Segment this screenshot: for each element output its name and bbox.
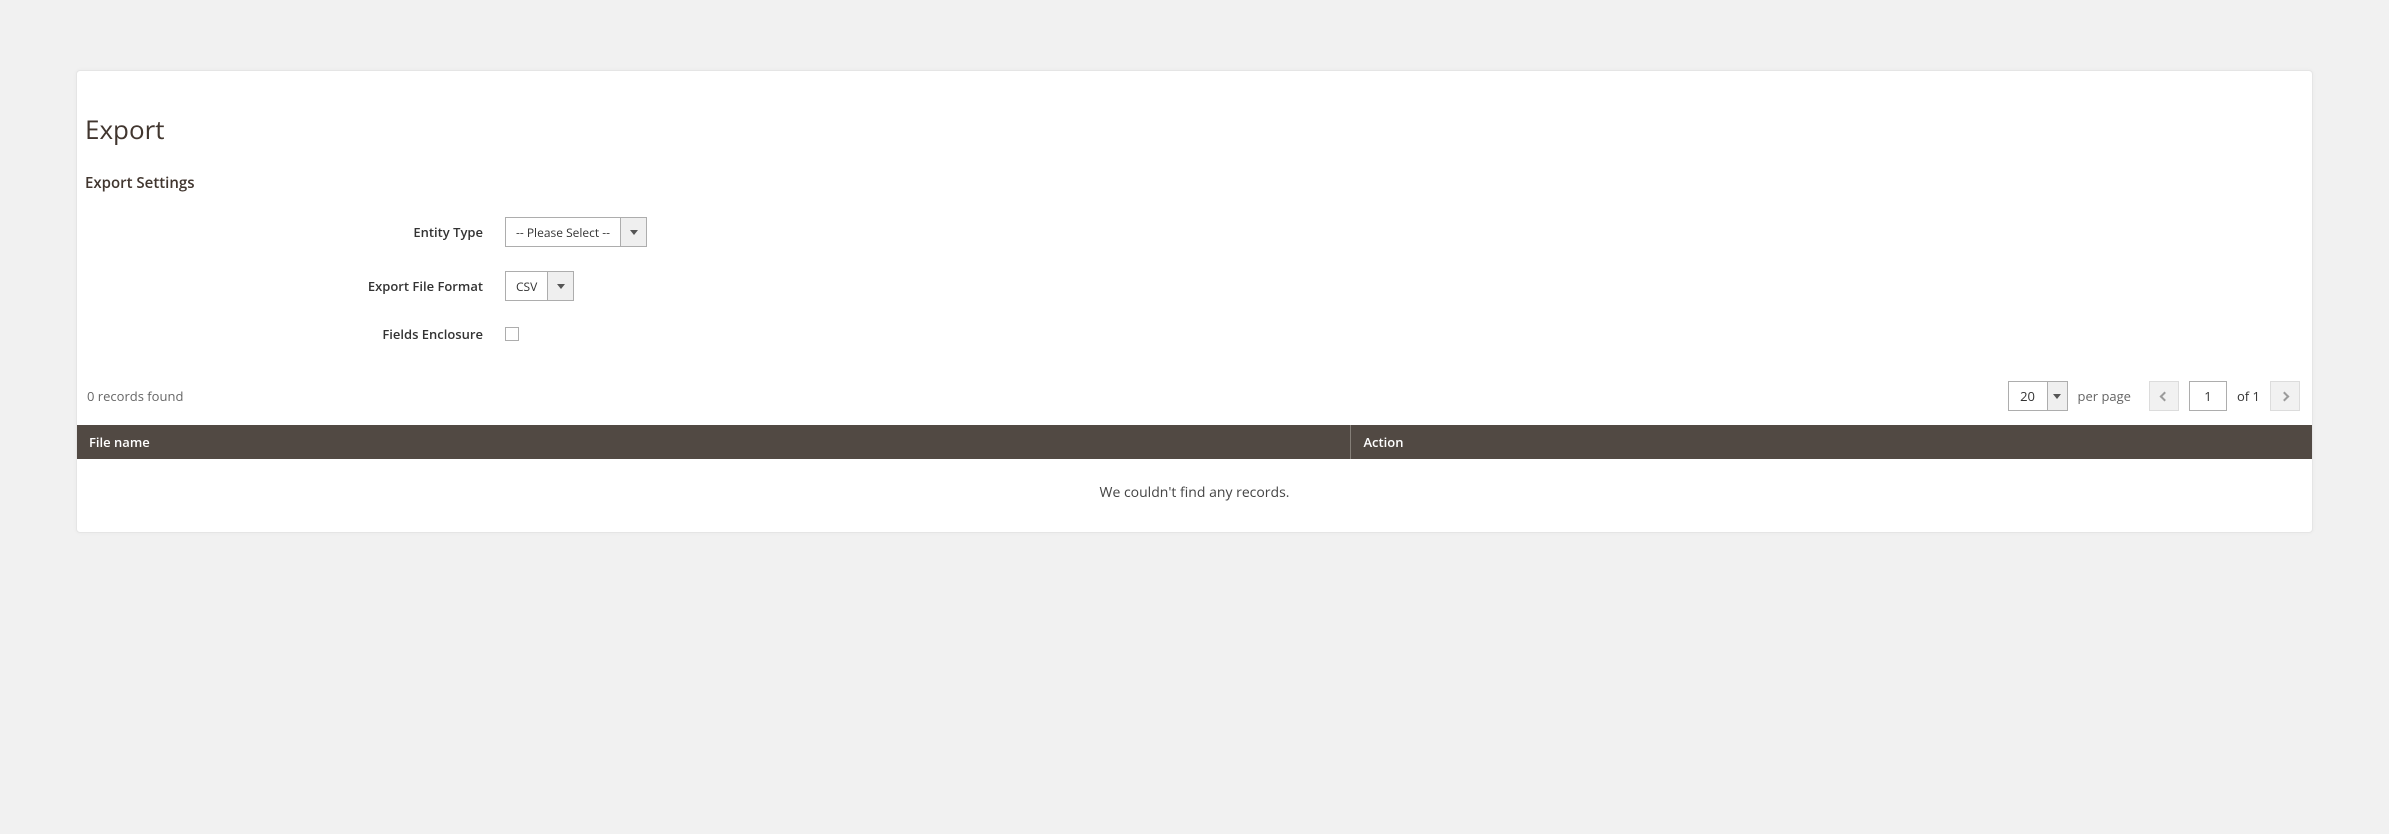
file-format-row: Export File Format CSV: [85, 271, 2304, 301]
per-page-value: 20: [2009, 382, 2047, 410]
pager-current-input[interactable]: [2189, 381, 2227, 411]
col-action[interactable]: Action: [1351, 425, 2312, 459]
files-table-body: We couldn't find any records.: [77, 459, 2312, 532]
file-format-control: CSV: [505, 271, 574, 301]
chevron-down-icon: [557, 284, 565, 289]
chevron-right-icon: [2279, 391, 2289, 401]
header-section: Export Export Settings Entity Type -- Pl…: [77, 111, 2312, 343]
pager: of 1: [2149, 381, 2300, 411]
chevron-left-icon: [2160, 391, 2170, 401]
empty-message: We couldn't find any records.: [77, 459, 2312, 532]
entity-type-row: Entity Type -- Please Select --: [85, 217, 2304, 247]
section-title: Export Settings: [85, 173, 2304, 193]
entity-type-select[interactable]: -- Please Select --: [505, 217, 647, 247]
pager-total-label: of 1: [2237, 387, 2260, 405]
entity-type-dropdown-button[interactable]: [620, 218, 646, 246]
export-settings-form: Entity Type -- Please Select -- Export F…: [85, 217, 2304, 343]
fields-enclosure-row: Fields Enclosure: [85, 325, 2304, 343]
chevron-down-icon: [2053, 394, 2061, 399]
records-found: 0 records found: [87, 387, 183, 405]
export-card: Export Export Settings Entity Type -- Pl…: [76, 70, 2313, 533]
grid-toolbar: 0 records found 20 per page of 1: [77, 367, 2312, 425]
file-format-label: Export File Format: [85, 277, 505, 295]
card-inner: Export Export Settings Entity Type -- Pl…: [77, 71, 2312, 532]
per-page-label: per page: [2078, 387, 2131, 405]
entity-type-control: -- Please Select --: [505, 217, 647, 247]
per-page-wrap: 20 per page: [2008, 381, 2131, 411]
files-table: File name Action We couldn't find any re…: [77, 425, 2312, 532]
empty-row: We couldn't find any records.: [77, 459, 2312, 532]
chevron-down-icon: [630, 230, 638, 235]
fields-enclosure-label: Fields Enclosure: [85, 325, 505, 343]
files-table-head: File name Action: [77, 425, 2312, 459]
per-page-dropdown-button[interactable]: [2047, 382, 2067, 410]
file-format-select[interactable]: CSV: [505, 271, 574, 301]
col-file-name[interactable]: File name: [77, 425, 1351, 459]
file-format-dropdown-button[interactable]: [547, 272, 573, 300]
file-format-value: CSV: [506, 272, 547, 300]
fields-enclosure-control: [505, 327, 519, 341]
entity-type-label: Entity Type: [85, 223, 505, 241]
page-title: Export: [85, 111, 2304, 147]
pager-prev-button[interactable]: [2149, 381, 2179, 411]
fields-enclosure-checkbox[interactable]: [505, 327, 519, 341]
pager-next-button[interactable]: [2270, 381, 2300, 411]
entity-type-value: -- Please Select --: [506, 218, 620, 246]
per-page-select[interactable]: 20: [2008, 381, 2068, 411]
